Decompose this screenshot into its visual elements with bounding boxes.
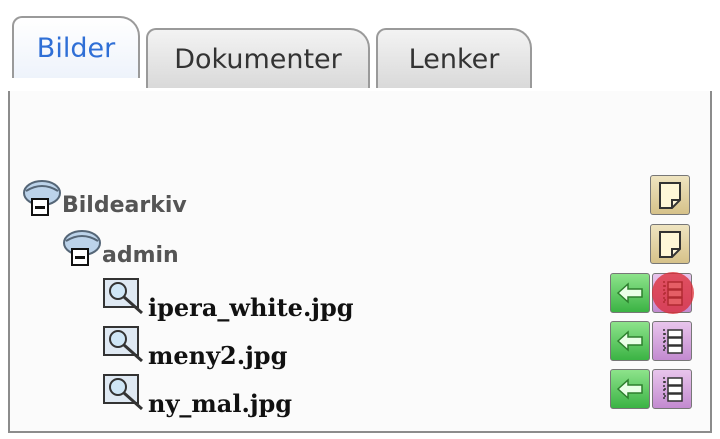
tab-lenker[interactable]: Lenker (376, 28, 532, 88)
select-file-button[interactable] (610, 369, 650, 409)
file-name: ipera_white.jpg (148, 292, 354, 322)
file-name: ny_mal.jpg (148, 388, 293, 418)
image-preview-icon (103, 278, 143, 315)
tab-bilder[interactable]: Bilder (12, 16, 140, 78)
select-file-button[interactable] (610, 273, 650, 313)
tree-node-label: Bildearkiv (62, 192, 187, 218)
tab-label: Dokumenter (174, 43, 342, 75)
file-properties-button[interactable] (652, 369, 692, 409)
tree-node-bildearkiv[interactable]: Bildearkiv (22, 175, 187, 221)
properties-list-icon (663, 377, 683, 402)
tree-node-label: admin (102, 242, 179, 268)
tab-bar: Dokumenter Lenker Bilder (12, 16, 692, 94)
new-document-icon (659, 231, 681, 258)
new-document-icon (659, 182, 681, 209)
tab-label: Bilder (36, 32, 116, 64)
click-highlight (652, 272, 694, 314)
arrow-left-icon (616, 330, 643, 352)
tree-file-item[interactable]: ipera_white.jpg (102, 275, 354, 322)
arrow-left-icon (616, 282, 643, 304)
tree-node-admin[interactable]: admin (62, 225, 179, 271)
image-preview-icon (103, 326, 143, 363)
file-name: meny2.jpg (148, 340, 288, 370)
tree-file-item[interactable]: ny_mal.jpg (102, 371, 293, 418)
file-properties-button[interactable] (652, 321, 692, 361)
new-item-button[interactable] (650, 224, 690, 264)
file-tree: Bildearkiv admin ipera_white.jpg meny2.j… (10, 157, 708, 437)
tab-label: Lenker (408, 43, 500, 75)
tab-dokumenter[interactable]: Dokumenter (146, 28, 370, 88)
image-preview-icon (103, 374, 143, 411)
new-item-button[interactable] (650, 175, 690, 215)
tree-file-item[interactable]: meny2.jpg (102, 323, 288, 370)
arrow-left-icon (616, 378, 643, 400)
properties-list-icon (663, 329, 683, 354)
select-file-button[interactable] (610, 321, 650, 361)
